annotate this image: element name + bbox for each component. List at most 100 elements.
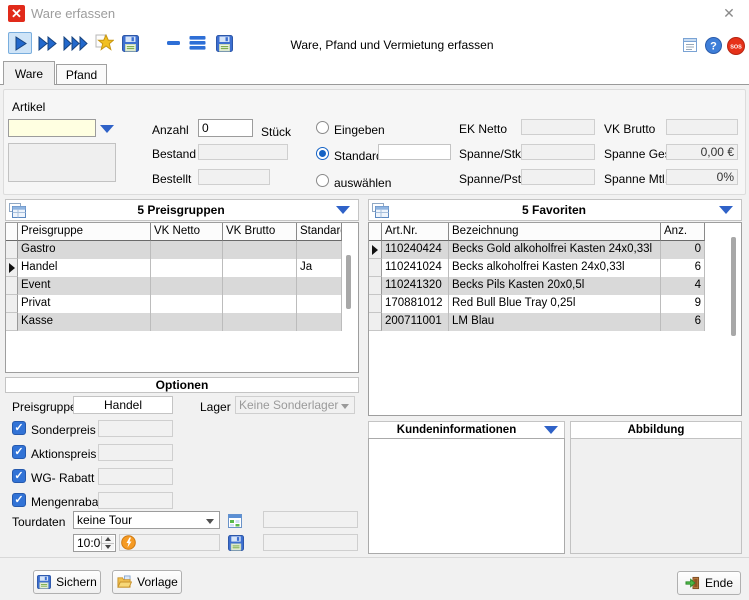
spanne-ges-field: 0,00 € <box>666 144 738 160</box>
tour-extra-field <box>263 534 358 551</box>
sichern-button[interactable]: Sichern <box>33 570 101 594</box>
cell-standard: Ja <box>297 259 342 277</box>
list-view-button[interactable] <box>185 32 209 54</box>
tour-time-input[interactable]: 10:00 <box>73 534 116 552</box>
vorlage-button[interactable]: Vorlage <box>112 570 182 594</box>
vk-brutto-field <box>666 119 738 135</box>
abbildung-title: Abbildung <box>571 424 741 436</box>
tab-pfand[interactable]: Pfand <box>56 64 107 84</box>
cell-anz: 6 <box>661 259 705 277</box>
tour-save-button[interactable] <box>227 534 244 551</box>
ende-button[interactable]: Ende <box>677 571 741 595</box>
anzahl-input[interactable]: 0 <box>198 119 253 137</box>
table-row[interactable]: Privat <box>6 295 358 313</box>
window-close-icon[interactable]: ✕ <box>716 3 742 23</box>
tab-ware[interactable]: Ware <box>3 61 55 85</box>
save-toolbar-button[interactable] <box>119 32 141 54</box>
optionen-title: Optionen <box>6 378 358 392</box>
checkbox-aktionspreis[interactable] <box>12 445 26 459</box>
cell-anz: 0 <box>661 241 705 259</box>
table-row[interactable]: Kasse <box>6 313 358 331</box>
preisgruppe-value: Handel <box>73 396 173 414</box>
checkbox-sonderpreis[interactable] <box>12 421 26 435</box>
vk-brutto-label: VK Brutto <box>604 122 655 136</box>
lager-value: Keine Sonderlager <box>239 398 338 412</box>
time-spinner[interactable] <box>101 536 114 550</box>
table-row[interactable]: 110241320 Becks Pils Kasten 20x0,5l 4 <box>369 277 741 295</box>
preisgruppen-menu-icon[interactable] <box>336 206 350 214</box>
sos-button[interactable]: SOS <box>726 36 745 55</box>
table-row-selected[interactable]: 110240424 Becks Gold alkoholfrei Kasten … <box>369 241 741 259</box>
cell-vk-netto <box>151 313 223 331</box>
nav-last-button[interactable] <box>61 32 91 54</box>
radio-eingeben[interactable] <box>316 121 329 134</box>
fast-forward-triple-icon <box>63 36 89 51</box>
table-row[interactable]: Gastro <box>6 241 358 259</box>
radio-auswaehlen[interactable] <box>316 174 329 187</box>
toolbar-caption: Ware, Pfand und Vermietung erfassen <box>262 38 522 52</box>
floppy-disk-icon <box>216 35 233 52</box>
tour-combobox[interactable]: keine Tour <box>73 511 220 529</box>
window-title: Ware erfassen <box>31 7 115 21</box>
favoriten-menu-icon[interactable] <box>719 206 733 214</box>
column-header: VK Netto <box>151 223 223 241</box>
tour-plan-button[interactable] <box>226 512 243 529</box>
radio-standard[interactable] <box>316 147 329 160</box>
notes-icon <box>682 37 698 53</box>
bestand-label: Bestand <box>152 147 196 161</box>
table-icon <box>9 203 26 218</box>
checkbox-aktionspreis-label: Aktionspreis <box>31 447 96 461</box>
spanne-pst-label: Spanne/Pst. <box>459 172 524 186</box>
favoriten-grid: Art.Nr. Bezeichnung Anz. 110240424 Becks… <box>368 222 742 416</box>
titlebar: ✕ Ware erfassen ✕ <box>0 0 749 27</box>
tour-status-field <box>119 534 220 551</box>
app-logo-icon: ✕ <box>8 5 25 22</box>
standard-value-input[interactable] <box>378 144 451 160</box>
column-header: Art.Nr. <box>382 223 449 241</box>
checkbox-mengenrabatt-label: Mengenrabatt <box>31 495 105 509</box>
cell-standard <box>297 313 342 331</box>
cell-preisgruppe: Gastro <box>18 241 151 259</box>
preisgruppen-scrollbar[interactable] <box>346 255 351 309</box>
table-row[interactable]: 200711001 LM Blau 6 <box>369 313 741 331</box>
column-header: Standard <box>297 223 342 241</box>
ende-label: Ende <box>705 576 733 590</box>
wg-rabatt-field <box>98 468 173 485</box>
table-row[interactable]: 170881012 Red Bull Blue Tray 0,25l 9 <box>369 295 741 313</box>
cell-bezeichnung: Becks Gold alkoholfrei Kasten 24x0,33l <box>449 241 661 259</box>
floppy-disk-icon <box>122 35 139 52</box>
column-header: Preisgruppe <box>18 223 151 241</box>
table-row-selected[interactable]: Handel Ja <box>6 259 358 277</box>
checkbox-wg-rabatt[interactable] <box>12 469 26 483</box>
sonderpreis-field <box>98 420 173 437</box>
bestellt-label: Bestellt <box>152 172 191 186</box>
lager-combobox[interactable]: Keine Sonderlager <box>235 396 355 414</box>
favorite-button[interactable] <box>92 32 116 54</box>
flash-icon[interactable] <box>121 535 136 550</box>
artikel-combo-input[interactable] <box>8 119 96 137</box>
help-icon: ? <box>705 37 722 54</box>
cell-vk-brutto <box>223 277 297 295</box>
nav-forward-button[interactable] <box>34 32 60 54</box>
artikel-dropdown-icon[interactable] <box>100 125 114 133</box>
nav-next-button[interactable] <box>8 32 32 54</box>
radio-standard-label: Standard <box>334 149 383 163</box>
checkbox-mengenrabatt[interactable] <box>12 493 26 507</box>
favoriten-header-row: Art.Nr. Bezeichnung Anz. <box>369 223 741 241</box>
help-button[interactable]: ? <box>704 36 722 54</box>
cell-preisgruppe: Kasse <box>18 313 151 331</box>
save-list-button[interactable] <box>213 32 235 54</box>
collapse-button[interactable] <box>163 32 183 54</box>
table-row[interactable]: 110241024 Becks alkoholfrei Kasten 24x0,… <box>369 259 741 277</box>
cell-vk-netto <box>151 241 223 259</box>
notes-button[interactable] <box>681 36 699 54</box>
cell-anz: 6 <box>661 313 705 331</box>
cell-artnr: 110241320 <box>382 277 449 295</box>
table-row[interactable]: Event <box>6 277 358 295</box>
preisgruppen-header: 5 Preisgruppen <box>5 199 359 221</box>
favoriten-scrollbar[interactable] <box>731 237 736 336</box>
anzahl-label: Anzahl <box>152 123 189 137</box>
cell-vk-brutto <box>223 313 297 331</box>
cell-standard <box>297 241 342 259</box>
kundeninformationen-menu-icon[interactable] <box>544 426 558 434</box>
